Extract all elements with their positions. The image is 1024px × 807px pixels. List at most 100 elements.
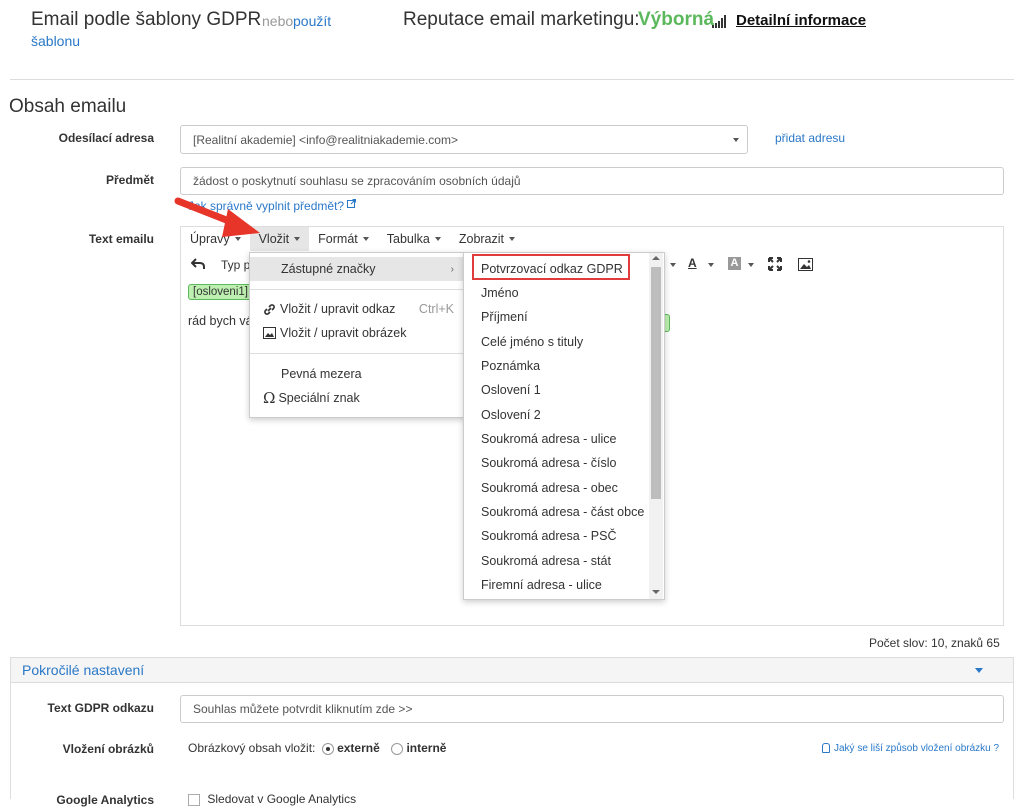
highlight-box — [472, 254, 630, 280]
images-external-label[interactable]: externě — [337, 741, 380, 755]
submenu-item[interactable]: Oslovení 1 — [481, 378, 541, 402]
menu-item-placeholders[interactable]: Zástupné značky › — [250, 257, 464, 281]
subject-input[interactable]: žádost o poskytnutí souhlasu se zpracová… — [180, 167, 1004, 195]
submenu-item[interactable]: Soukromá adresa - stát — [481, 549, 611, 573]
radio-internal[interactable] — [391, 742, 404, 755]
submenu-item[interactable]: Firemní adresa - ulice — [481, 573, 602, 597]
gdpr-text-value: Souhlas můžete potvrdit kliknutím zde >> — [193, 702, 413, 716]
menu-item-special-char-label: Speciální znak — [278, 391, 360, 405]
scroll-up-icon[interactable] — [652, 256, 660, 260]
menu-separator — [250, 353, 464, 354]
scroll-down-icon[interactable] — [652, 590, 660, 594]
menu-separator — [250, 289, 464, 290]
advanced-header[interactable] — [11, 658, 1013, 683]
editor-menubar: Úpravy Vložit Formát Tabulka Zobrazit — [181, 227, 1003, 251]
subject-label: Předmět — [105, 173, 154, 187]
or-text: nebo — [262, 13, 294, 29]
menu-table-label: Tabulka — [386, 232, 430, 246]
submenu-item[interactable]: Soukromá adresa - číslo — [481, 451, 616, 475]
submenu-scrollbar[interactable] — [649, 253, 663, 599]
chevron-down-icon — [294, 237, 301, 241]
images-help-link[interactable]: Jaký se liší způsob vložení obrázku ? — [822, 743, 999, 754]
sender-value: [Realitní akademie] <info@realitniakadem… — [193, 132, 458, 147]
image-icon[interactable] — [798, 258, 813, 271]
background-color-icon[interactable]: A — [728, 257, 741, 270]
insert-menu: Zástupné značky › Vložit / upravit odkaz… — [249, 252, 465, 418]
use-template-link-continued[interactable]: šablonu — [31, 33, 80, 49]
use-template-link[interactable]: použít — [293, 13, 331, 29]
submenu-item[interactable]: Soukromá adresa - obec — [481, 476, 618, 500]
submenu-item[interactable]: Poznámka — [481, 354, 540, 378]
reputation-value: Výborná — [638, 9, 715, 30]
signal-bars-icon — [712, 15, 726, 28]
images-prefix: Obrázkový obsah vložit: — [188, 741, 316, 755]
chevron-down-icon[interactable] — [708, 263, 714, 267]
chevron-down-icon — [509, 237, 516, 241]
submenu-item[interactable]: Soukromá adresa - část obce — [481, 500, 644, 524]
chevron-right-icon: › — [450, 263, 454, 275]
undo-icon[interactable] — [191, 258, 205, 270]
omega-icon: Ω — [263, 389, 276, 407]
page-title: Email podle šablony GDPR — [31, 9, 262, 30]
submenu-item[interactable]: Příjmení — [481, 305, 528, 329]
menu-item-nbsp-label: Pevná mezera — [281, 367, 362, 381]
submenu-item[interactable]: Jméno — [481, 281, 519, 305]
add-address-link[interactable]: přidat adresu — [775, 131, 845, 145]
chevron-down-icon — [434, 237, 441, 241]
menu-item-insert-link-label: Vložit / upravit odkaz — [280, 302, 396, 316]
detail-info-link[interactable]: Detailní informace — [736, 12, 866, 29]
image-icon — [263, 327, 276, 339]
sender-label: Odesílací adresa — [58, 131, 154, 145]
radio-external[interactable] — [321, 742, 334, 755]
chevron-down-icon[interactable] — [670, 263, 676, 267]
fullscreen-icon[interactable] — [768, 257, 782, 271]
chevron-down-icon[interactable] — [748, 263, 754, 267]
section-title: Obsah emailu — [9, 96, 127, 117]
menu-item-insert-link[interactable]: Vložit / upravit odkaz Ctrl+K — [250, 297, 464, 321]
menu-table[interactable]: Tabulka — [378, 227, 450, 251]
ga-label: Google Analytics — [56, 793, 154, 807]
sender-select[interactable]: [Realitní akademie] <info@realitniakadem… — [180, 125, 748, 154]
placeholder-tag[interactable]: [osloveni1] — [188, 284, 253, 300]
gdpr-text-label: Text GDPR odkazu — [47, 701, 154, 715]
images-help-text: Jaký se liší způsob vložení obrázku ? — [834, 743, 1000, 754]
menu-item-nbsp[interactable]: Pevná mezera — [250, 362, 464, 386]
gdpr-text-input[interactable]: Souhlas můžete potvrdit kliknutím zde >> — [180, 695, 1004, 723]
subject-value: žádost o poskytnutí souhlasu se zpracová… — [193, 174, 521, 188]
ga-checkbox[interactable] — [188, 793, 200, 806]
advanced-title[interactable]: Pokročilé nastavení — [22, 662, 144, 678]
menu-view-label: Zobrazit — [458, 232, 505, 246]
submenu-item[interactable]: Soukromá adresa - PSČ — [481, 524, 616, 548]
chevron-down-icon[interactable] — [975, 668, 983, 673]
menu-item-placeholders-label: Zástupné značky — [281, 262, 376, 276]
submenu-item[interactable]: Soukromá adresa - ulice — [481, 427, 616, 451]
menu-item-special-char[interactable]: Ω Speciální znak — [250, 386, 464, 410]
reputation-label: Reputace email marketingu: — [403, 9, 640, 30]
format-select[interactable]: Typ p — [221, 258, 250, 272]
images-option-group: Obrázkový obsah vložit: externě interně — [188, 741, 446, 755]
ga-checkbox-label: Sledovat v Google Analytics — [207, 792, 357, 806]
chevron-down-icon — [733, 138, 739, 142]
submenu-item[interactable]: Oslovení 2 — [481, 403, 541, 427]
editor-body-text[interactable]: rád bych vá — [188, 314, 253, 328]
divider — [10, 79, 1014, 80]
menu-format-label: Formát — [318, 232, 358, 246]
shortcut-label: Ctrl+K — [418, 302, 454, 316]
images-internal-label[interactable]: interně — [406, 741, 446, 755]
scrollbar-thumb[interactable] — [651, 267, 661, 499]
images-label: Vložení obrázků — [62, 742, 154, 756]
placeholders-submenu: Potvrzovací odkaz GDPR Jméno Příjmení Ce… — [463, 252, 665, 600]
text-color-icon[interactable]: A — [688, 256, 697, 270]
menu-view[interactable]: Zobrazit — [450, 227, 524, 251]
external-link-icon — [347, 199, 357, 208]
menu-format[interactable]: Formát — [309, 227, 378, 251]
submenu-item[interactable]: Celé jméno s tituly — [481, 330, 583, 354]
link-icon — [264, 303, 275, 315]
menu-item-insert-image[interactable]: Vložit / upravit obrázek — [250, 321, 464, 345]
lightbulb-icon — [822, 743, 830, 754]
annotation-arrow-icon — [174, 197, 260, 237]
text-email-label: Text emailu — [88, 232, 154, 246]
ga-checkbox-row[interactable]: Sledovat v Google Analytics — [188, 792, 356, 806]
menu-item-insert-image-label: Vložit / upravit obrázek — [280, 326, 407, 340]
word-count: Počet slov: 10, znaků 65 — [869, 636, 1000, 650]
